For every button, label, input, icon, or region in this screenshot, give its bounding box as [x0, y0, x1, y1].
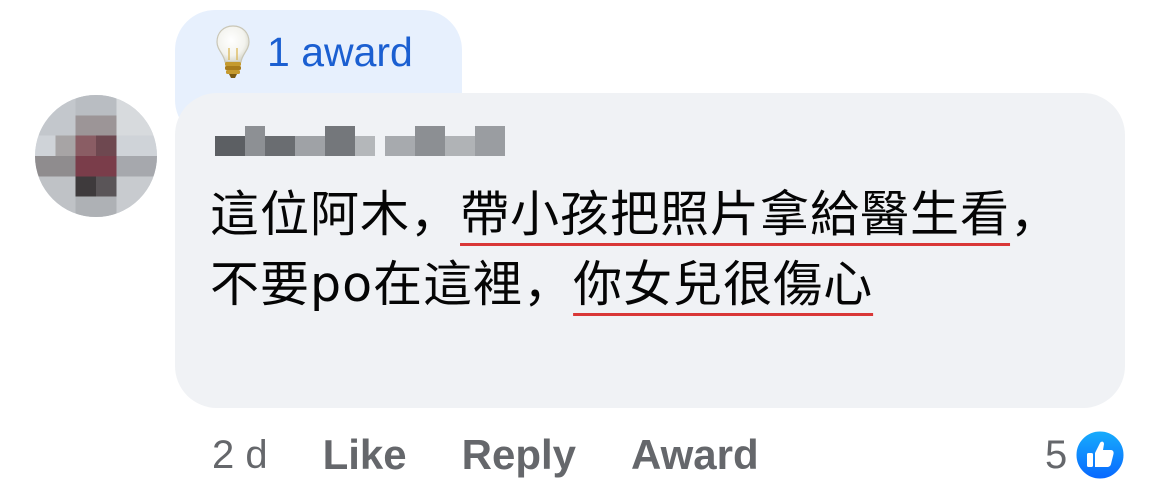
award-badge[interactable]: 1 award	[215, 22, 413, 82]
comment-text: 這位阿木，帶小孩把照片拿給醫生看，不要po在這裡，你女兒很傷心	[210, 180, 1100, 320]
award-count-label: 1 award	[267, 28, 413, 75]
award-button[interactable]: Award	[631, 431, 759, 479]
avatar[interactable]	[35, 95, 157, 217]
timestamp[interactable]: 2 d	[212, 433, 268, 478]
reply-button[interactable]: Reply	[462, 431, 576, 479]
reaction-count: 5	[1045, 432, 1068, 477]
thumbs-up-icon	[1073, 428, 1127, 482]
like-button[interactable]: Like	[323, 431, 407, 479]
highlighted-text-segment: 你女兒很傷心	[573, 256, 874, 313]
text-segment: 這位阿木，	[210, 186, 461, 243]
highlighted-text-segment: 帶小孩把照片拿給醫生看	[460, 186, 1011, 243]
lightbulb-icon	[216, 25, 250, 78]
comment-actions: 2 d Like Reply Award	[212, 420, 814, 490]
reaction-summary[interactable]: 5	[1045, 420, 1127, 490]
author-name[interactable]	[215, 126, 505, 166]
